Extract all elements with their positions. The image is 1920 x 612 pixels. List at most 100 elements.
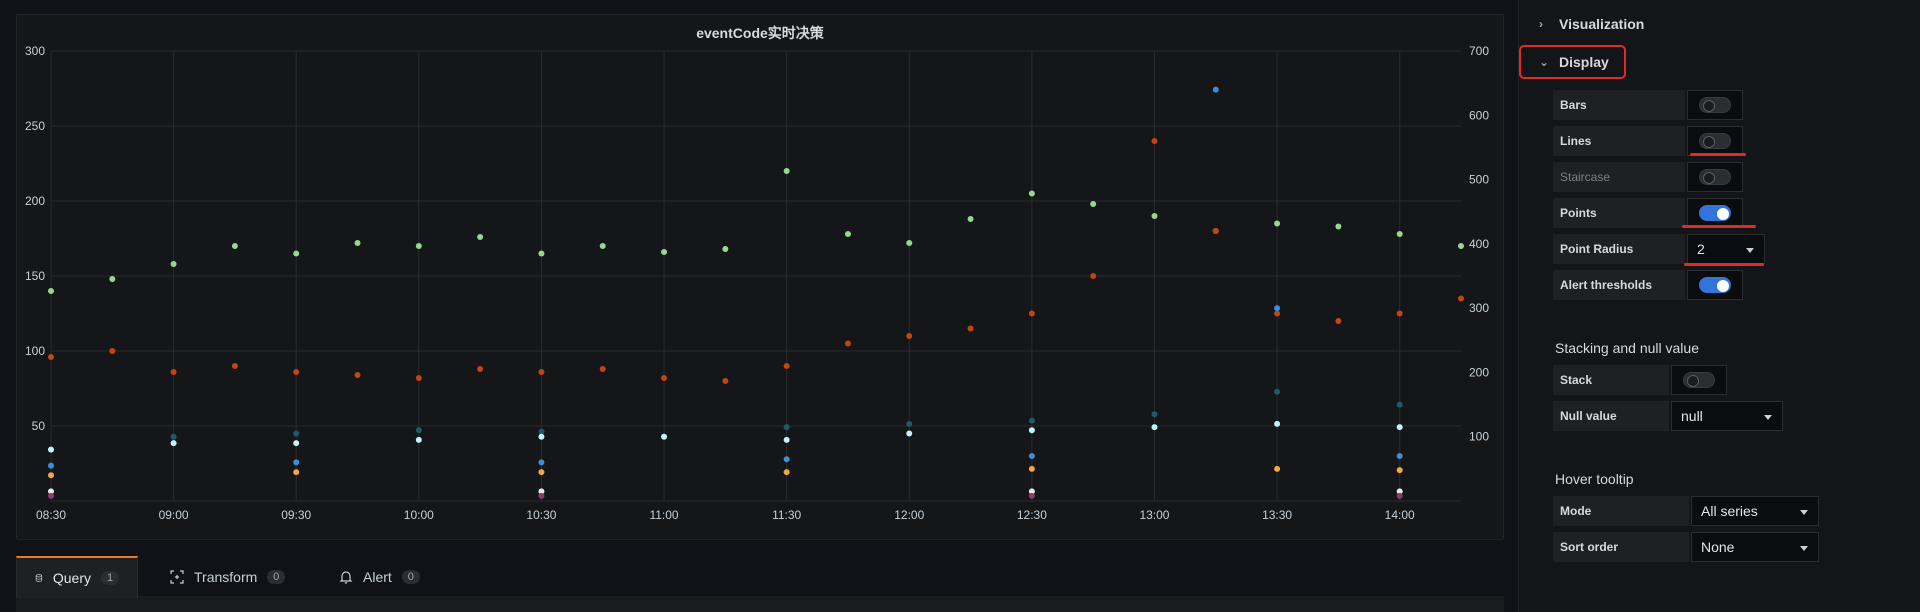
- series-2-point: [1274, 388, 1281, 395]
- series-1-point: [844, 340, 851, 347]
- lines-toggle[interactable]: [1699, 133, 1731, 149]
- y-right-tick-label: 500: [1469, 173, 1489, 187]
- tab-transform-label: Transform: [194, 569, 258, 585]
- alert-thresholds-option: Alert thresholds: [1553, 270, 1743, 300]
- series-1-point: [1090, 273, 1097, 279]
- series-3-point: [293, 459, 300, 466]
- alert-thresholds-label: Alert thresholds: [1553, 270, 1685, 300]
- series-4-point: [783, 436, 790, 443]
- x-tick-label: 13:00: [1139, 508, 1169, 522]
- graph-panel[interactable]: eventCode实时决策 50 100 150 200 250 300 100 200 300…: [16, 14, 1504, 540]
- series-4-point: [170, 440, 177, 447]
- series-4-point: [906, 430, 913, 437]
- series-3-point: [538, 459, 545, 466]
- caret-down-icon: [1746, 248, 1754, 253]
- lines-toggle-box: [1687, 126, 1743, 156]
- series-1-point: [1458, 295, 1464, 302]
- bell-icon: [339, 571, 353, 584]
- series-3-point: [1212, 86, 1219, 93]
- x-tick-label: 10:30: [526, 508, 556, 522]
- series-4-point: [1028, 427, 1035, 434]
- series-1-point: [231, 363, 238, 369]
- series-2-point: [783, 424, 790, 431]
- alert-thresholds-toggle[interactable]: [1699, 277, 1731, 293]
- series-0-point: [661, 249, 668, 255]
- series-0-point: [415, 243, 422, 249]
- visualization-section-header[interactable]: › Visualization: [1539, 12, 1644, 36]
- series-0-point: [844, 231, 851, 237]
- points-toggle[interactable]: [1699, 205, 1731, 221]
- y-left-tick-label: 200: [25, 194, 45, 208]
- sort-order-select[interactable]: None: [1691, 532, 1819, 562]
- lines-underline-mark: [1690, 153, 1746, 156]
- mode-select[interactable]: All series: [1691, 496, 1819, 526]
- scatter-chart[interactable]: 50 100 150 200 250 300 100 200 300 400 500 600 700 08…: [17, 15, 1505, 541]
- series-0-point: [722, 246, 729, 252]
- tab-transform[interactable]: Transform 0: [152, 556, 303, 598]
- series-0-point: [354, 240, 361, 246]
- bars-toggle[interactable]: [1699, 97, 1731, 113]
- series-0-point: [293, 250, 300, 257]
- series-5-point: [1028, 465, 1035, 472]
- tab-query[interactable]: Query 1: [16, 556, 138, 598]
- staircase-toggle[interactable]: [1699, 169, 1731, 185]
- series-0-point: [906, 240, 913, 246]
- point-radius-underline-mark: [1684, 263, 1764, 266]
- null-value-label: Null value: [1553, 401, 1669, 431]
- series-4-point: [1151, 424, 1158, 431]
- series-1-point: [415, 375, 422, 381]
- series-1-point: [906, 333, 913, 339]
- series-5-point: [783, 469, 790, 476]
- point-radius-select[interactable]: 2: [1687, 234, 1765, 264]
- series-4-point: [415, 436, 422, 443]
- null-value-select[interactable]: null: [1671, 401, 1783, 431]
- bars-option: Bars: [1553, 90, 1743, 120]
- sort-order-label: Sort order: [1553, 532, 1689, 562]
- tab-alert[interactable]: Alert 0: [321, 556, 438, 598]
- hover-tooltip-section-title: Hover tooltip: [1555, 471, 1634, 487]
- series-2-point: [170, 433, 177, 440]
- series-2-point: [293, 430, 300, 437]
- caret-down-icon: [1800, 510, 1808, 515]
- series-0-point: [231, 243, 238, 249]
- series-1-point: [48, 354, 54, 360]
- series-0-point: [1090, 201, 1097, 207]
- staircase-label: Staircase: [1553, 162, 1685, 192]
- series-5-point: [48, 472, 54, 479]
- tab-query-label: Query: [52, 570, 91, 586]
- series-0-point: [1396, 231, 1403, 237]
- series-2-point: [538, 428, 545, 435]
- bars-toggle-box: [1687, 90, 1743, 120]
- series-3-point: [1274, 305, 1281, 312]
- x-tick-label: 12:00: [894, 508, 924, 522]
- y-right-tick-label: 400: [1469, 237, 1489, 251]
- points-toggle-box: [1687, 198, 1743, 228]
- stacking-section-title: Stacking and null value: [1555, 340, 1699, 356]
- series-0-point: [477, 234, 484, 240]
- x-tick-label: 08:30: [36, 508, 66, 522]
- series-1-point: [1274, 310, 1281, 317]
- series-1-point: [1212, 228, 1219, 234]
- bars-label: Bars: [1553, 90, 1685, 120]
- series-1-point: [538, 369, 545, 375]
- tab-query-count: 1: [101, 571, 119, 585]
- x-tick-label: 11:30: [772, 508, 801, 522]
- series-0-point: [783, 168, 790, 174]
- series-0-point: [109, 276, 116, 282]
- chevron-right-icon: ›: [1539, 17, 1543, 31]
- mode-label: Mode: [1553, 496, 1689, 526]
- stack-toggle[interactable]: [1683, 372, 1715, 388]
- series-0-point: [538, 250, 545, 257]
- series-2-point: [1396, 401, 1403, 408]
- y-left-tick-label: 50: [32, 419, 46, 433]
- series-1-point: [599, 366, 606, 372]
- x-tick-label: 14:00: [1385, 508, 1415, 522]
- series-1-point: [477, 366, 484, 372]
- stack-option: Stack: [1553, 365, 1727, 395]
- series-0-point: [1151, 213, 1158, 219]
- series-7-point: [48, 492, 54, 499]
- caret-down-icon: [1800, 546, 1808, 551]
- null-value-value: null: [1681, 408, 1703, 424]
- series-3-point: [1396, 453, 1403, 459]
- series-1-point: [967, 325, 974, 332]
